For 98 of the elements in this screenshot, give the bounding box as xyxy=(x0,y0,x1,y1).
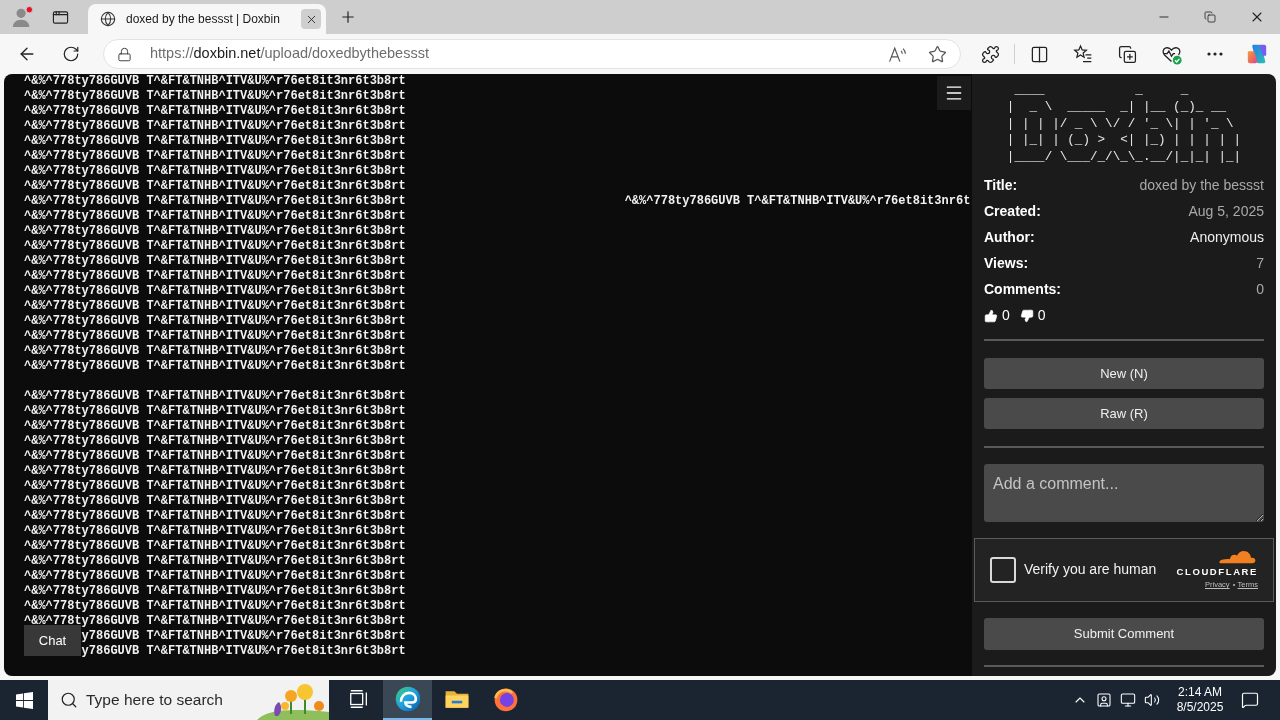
paste-line: ^&%^778ty786GUVB T^&FT&TNHB^ITV&U%^r76et8it3nr6t3b8rt xyxy=(24,419,406,434)
notification-icon xyxy=(1240,691,1259,709)
tab-actions-icon xyxy=(51,8,69,26)
paste-line: ^&%^778ty786GUVB T^&FT&TNHB^ITV&U%^r76et8it3nr6t3b8rt xyxy=(24,524,406,539)
paste-line: ^&%^778ty786GUVB T^&FT&TNHB^ITV&U%^r76et8it3nr6t3b8rt xyxy=(24,89,406,104)
paste-line: ^&%^778ty786GUVB T^&FT&TNHB^ITV&U%^r76et8it3nr6t3b8rt xyxy=(24,269,406,284)
info-label: Author: xyxy=(984,228,1035,248)
globe-icon xyxy=(100,11,116,27)
read-aloud-icon xyxy=(887,44,907,64)
url-text: https://doxbin.net/upload/doxedbythebessst xyxy=(150,44,430,64)
swirl-browser-icon xyxy=(393,685,422,713)
paste-line: ^&%^778ty786GUVB T^&FT&TNHB^ITV&U%^r76et8it3nr6t3b8rt xyxy=(24,224,406,239)
star-list-icon xyxy=(1073,44,1093,64)
paste-line: ^&%^778ty786GUVB T^&FT&TNHB^ITV&U%^r76et8it3nr6t3b8rt xyxy=(24,74,406,89)
paste-line: ^&%^778ty786GUVB T^&FT&TNHB^ITV&U%^r76et8it3nr6t3b8rt xyxy=(24,584,406,599)
paste-line: ^&%^778ty786GUVB T^&FT&TNHB^ITV&U%^r76et8it3nr6t3b8rt xyxy=(24,449,406,464)
info-label: Created: xyxy=(984,202,1041,222)
paste-line: ^&%^778ty786GUVB T^&FT&TNHB^ITV&U%^r76et8it3nr6t3b8rt xyxy=(24,344,406,359)
submit-comment-button[interactable]: Submit Comment xyxy=(984,618,1264,650)
paste-line: ^&%^778ty786GUVB T^&FT&TNHB^ITV&U%^r76et8it3nr6t3b8rt xyxy=(24,404,406,419)
ascii-logo-line: ____ _ _ xyxy=(1013,82,1190,99)
user-square-icon xyxy=(1096,692,1112,708)
paste-line: ^&%^778ty786GUVB T^&FT&TNHB^ITV&U%^r76et8it3nr6t3b8rt xyxy=(24,464,406,479)
star-icon xyxy=(927,44,947,64)
info-label: Views: xyxy=(984,254,1029,274)
search-icon xyxy=(60,691,78,709)
paste-line: ^&%^778ty786GUVB T^&FT&TNHB^ITV&U%^r76et8it3nr6t3b8rt xyxy=(24,134,406,149)
info-value: 0 xyxy=(1256,280,1264,300)
info-label: Title: xyxy=(984,176,1018,196)
menu-button[interactable] xyxy=(937,76,971,110)
search-placeholder: Type here to search xyxy=(86,690,224,711)
paste-line: ^&%^778ty786GUVB T^&FT&TNHB^ITV&U%^r76et8it3nr6t3b8rt xyxy=(24,479,406,494)
paste-line: ^&%^778ty786GUVB T^&FT&TNHB^ITV&U%^r76et8it3nr6t3b8rt xyxy=(24,599,406,614)
vote-count: 0 xyxy=(1037,306,1046,326)
vote-count: 0 xyxy=(1002,306,1010,326)
action-button[interactable]: New (N) xyxy=(984,358,1264,389)
start-logo-icon xyxy=(15,691,33,709)
captcha-checkbox[interactable] xyxy=(990,557,1016,583)
info-value: doxed by the bessst xyxy=(1139,176,1264,196)
more-icon xyxy=(1207,52,1223,56)
paste-line: ^&%^778ty786GUVB T^&FT&TNHB^ITV&U%^r76et8it3nr6t3b8rt xyxy=(24,149,406,164)
taskbar-app-button[interactable] xyxy=(383,680,432,720)
lock-icon xyxy=(117,46,132,62)
info-label: Comments: xyxy=(984,280,1061,300)
brand-wordmark: CLOUDFLARE xyxy=(1176,566,1258,579)
browser-tab[interactable]: doxed by the bessst | Doxbin xyxy=(88,4,326,34)
paste-line: y786GUVB T^&FT&TNHB^ITV&U%^r76et8it3nr6t3b8rt xyxy=(81,629,406,644)
tab-close-button[interactable] xyxy=(301,9,321,29)
tab-title: doxed by the bessst | Doxbin xyxy=(126,11,281,28)
paste-line: ^&%^778ty786GUVB T^&FT&TNHB^ITV&U%^r76et8it3nr6t3b8rt xyxy=(24,284,406,299)
paste-line: ^&%^778ty786GUVB T^&FT&TNHB^ITV&U%^r76et8it3nr6t3b8rt xyxy=(24,389,406,404)
paste-line: ^&%^778ty786GUVB T^&FT&TNHB^ITV&U%^r76et8it3nr6t3b8rt xyxy=(24,254,406,269)
paste-line: ^&%^778ty786GUVB T^&FT&TNHB^ITV&U%^r76et8it3nr6t3b8rt xyxy=(24,434,406,449)
paste-line: ^&%^778ty786GUVB T^&FT&TNHB^ITV&U%^r76et8it3nr6t3b8rt xyxy=(24,119,406,134)
paste-line: ^&%^778ty786GUVB T^&FT&TNHB^ITV&U%^r76et8it3nr6t3b8rt xyxy=(24,179,406,194)
plus-icon xyxy=(339,8,357,26)
paste-line: ^&%^778ty786GUVB T^&FT&TNHB^ITV&U%^r76et8it3nr6t3b8rt xyxy=(24,539,406,554)
info-value: 7 xyxy=(1256,254,1264,274)
info-value: Aug 5, 2025 xyxy=(1188,202,1264,222)
paste-line: ^&%^778ty786GUVB T^&FT&TNHB^ITV&U%^r76et8it3nr6t3b8rt xyxy=(24,359,406,374)
puzzle-icon xyxy=(980,44,1000,64)
ascii-logo-line: | | | |/ _ \ \/ / '_ \| | '_ \ xyxy=(1006,115,1235,133)
captcha-label: Verify you are human xyxy=(1024,560,1158,580)
thumbs-down-icon xyxy=(1019,309,1034,323)
comment-field[interactable]: Add a comment... xyxy=(984,464,1264,522)
paste-line: ^&%^778ty786GUVB T^&FT&TNHB^ITV&U%^r76et8it3nr6t3b8rt xyxy=(24,104,406,119)
collections-icon xyxy=(1117,44,1137,64)
paste-line: ^&%^778ty786GUVB T^&FT&TNHB^ITV&U%^r76et8it3nr6t3b8rt xyxy=(24,569,406,584)
paste-line: ^&%^778ty786GUVB T^&FT&TNHB^ITV&U%^r76et8it3nr6t3b8rt xyxy=(24,329,406,344)
paste-line: ^&%^778ty786GUVB T^&FT&TNHB^ITV&U%^r76et8it3nr6t3b8rt xyxy=(24,209,406,224)
taskbar-search-field[interactable]: Type here to search xyxy=(48,680,329,720)
monitor-icon xyxy=(1120,692,1136,708)
paste-line: ^&%^778ty786GUVB T^&FT&TNHB^ITV&U%^r76et8it3nr6t3b8rt xyxy=(24,194,406,209)
profile-avatar-icon xyxy=(11,6,33,28)
paste-line: ^&%^778ty786GUVB T^&FT&TNHB^ITV&U%^r76et8it3nr6t xyxy=(624,194,971,209)
paste-line: ^&%^778ty786GUVB T^&FT&TNHB^ITV&U%^r76et8it3nr6t3b8rt xyxy=(24,299,406,314)
ascii-logo-line: | |_| | (_) > <| |_) | | | | | xyxy=(1006,132,1242,150)
chat-button[interactable]: Chat xyxy=(24,625,81,656)
volume-icon xyxy=(1144,692,1160,708)
ascii-logo-line: | _ \ _____ _| |__ (_)_ __ xyxy=(1006,98,1227,116)
paste-line: ^&%^778ty786GUVB T^&FT&TNHB^ITV&U%^r76et8it3nr6t3b8rt xyxy=(24,164,406,179)
paste-line: ^&%^778ty786GUVB T^&FT&TNHB^ITV&U%^r76et8it3nr6t3b8rt xyxy=(24,314,406,329)
clock-button[interactable]: 2:14 AM 8/5/2025 xyxy=(1167,680,1233,720)
split-screen-icon xyxy=(1029,44,1049,64)
paste-line: y786GUVB T^&FT&TNHB^ITV&U%^r76et8it3nr6t3b8rt xyxy=(81,644,406,659)
paste-line: ^&%^778ty786GUVB T^&FT&TNHB^ITV&U%^r76et8it3nr6t3b8rt xyxy=(24,239,406,254)
ascii-logo-line: |____/ \___/_/\_\_.__/|_|_| |_| xyxy=(1006,149,1242,166)
thumbs-up-icon xyxy=(984,309,998,323)
paste-line: ^&%^778ty786GUVB T^&FT&TNHB^ITV&U%^r76et8it3nr6t3b8rt xyxy=(24,554,406,569)
restore-icon xyxy=(1204,11,1216,23)
task-view-icon xyxy=(347,688,370,710)
paste-line: ^&%^778ty786GUVB T^&FT&TNHB^ITV&U%^r76et8it3nr6t3b8rt xyxy=(24,509,406,524)
refresh-icon xyxy=(62,45,80,63)
info-value: Anonymous xyxy=(1190,228,1264,248)
paste-line: ^&%^778ty786GUVB T^&FT&TNHB^ITV&U%^r76et8it3nr6t3b8rt xyxy=(24,494,406,509)
address-bar[interactable]: https://doxbin.net/upload/doxedbythebessst xyxy=(103,39,961,69)
colorful-logo-icon xyxy=(1246,43,1268,65)
action-button[interactable]: Raw (R) xyxy=(984,398,1264,429)
